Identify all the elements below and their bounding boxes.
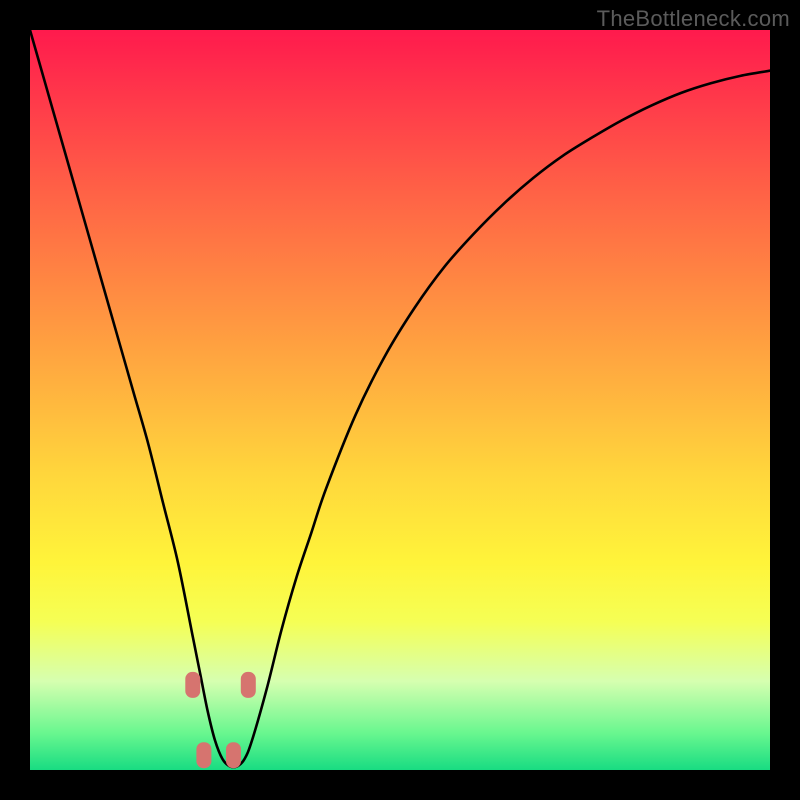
plot-area [30, 30, 770, 770]
watermark-text: TheBottleneck.com [597, 6, 790, 32]
curve-marker [185, 672, 200, 698]
curve-marker [226, 742, 241, 768]
curve-marker [196, 742, 211, 768]
chart-frame: TheBottleneck.com [0, 0, 800, 800]
curve-markers [30, 30, 770, 770]
curve-marker [241, 672, 256, 698]
